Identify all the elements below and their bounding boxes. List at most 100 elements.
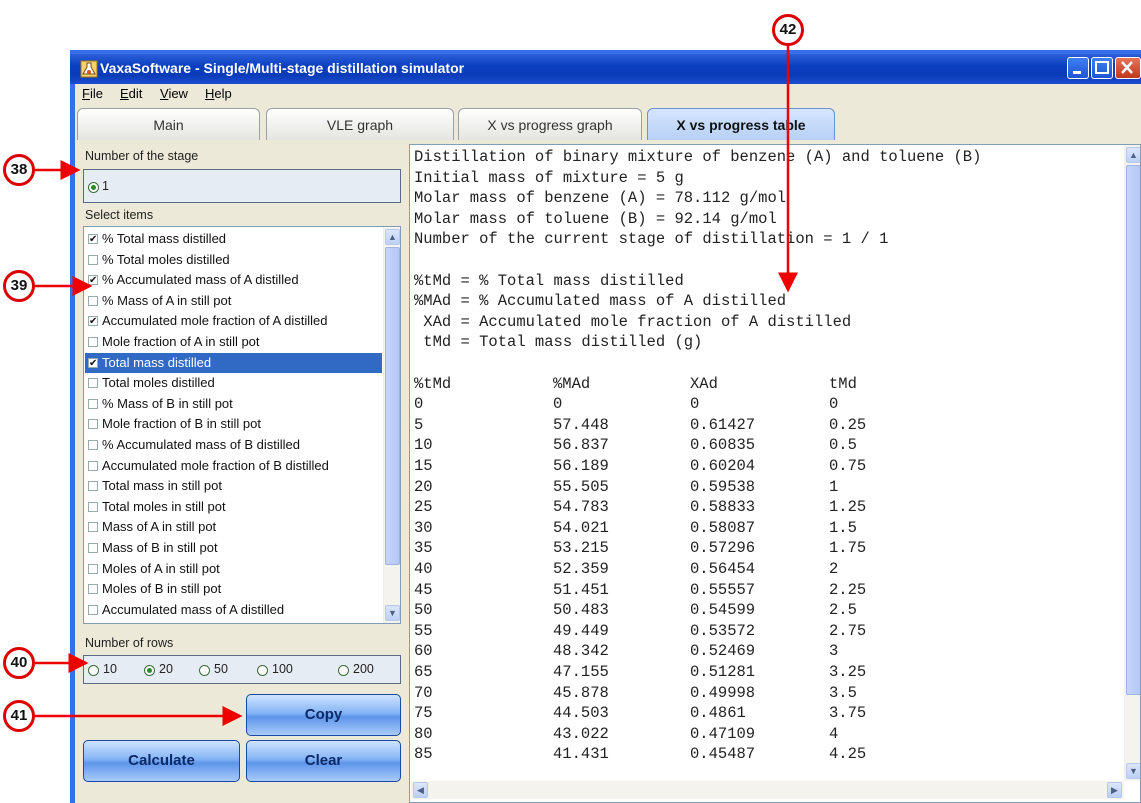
list-item[interactable]: ✔ % Accumulated mass of A distilled	[85, 270, 382, 290]
output-hscrollbar[interactable]: ◀ ▶	[411, 781, 1124, 799]
output-textarea[interactable]: Distillation of binary mixture of benzen…	[409, 144, 1141, 803]
item-checkbox[interactable]	[88, 604, 98, 615]
maximize-icon	[1095, 61, 1109, 74]
table-cell: 10	[414, 436, 433, 455]
table-cell: 5	[414, 415, 424, 434]
item-checkbox[interactable]	[88, 254, 98, 265]
copy-button[interactable]: Copy	[246, 694, 401, 736]
list-item[interactable]: Mole fraction of B in still pot	[85, 414, 382, 434]
output-header-line: Initial mass of mixture = 5 g	[414, 168, 684, 187]
menu-help[interactable]: Help	[205, 86, 232, 101]
table-cell: 30	[414, 518, 433, 537]
menu-view[interactable]: View	[160, 86, 188, 101]
item-checkbox[interactable]: ✔	[88, 234, 98, 245]
item-checkbox[interactable]	[88, 501, 98, 512]
clear-button[interactable]: Clear	[246, 740, 401, 782]
stage-radio[interactable]	[88, 182, 99, 193]
list-item[interactable]: ✔ % Total mass distilled	[85, 229, 382, 249]
table-header-cell: %tMd	[414, 374, 452, 393]
menu-file[interactable]: File	[82, 86, 103, 101]
item-checkbox[interactable]: ✔	[88, 357, 98, 368]
scroll-down-icon[interactable]: ▼	[1126, 763, 1140, 779]
list-item-label: Total mass in still pot	[102, 478, 222, 494]
table-cell: 2.25	[829, 580, 867, 599]
table-cell: 0.4861	[690, 704, 746, 723]
output-scroll-thumb[interactable]	[1126, 165, 1140, 695]
list-item[interactable]: Moles of B in still pot	[85, 579, 382, 599]
table-cell: 3.5	[829, 683, 857, 702]
menu-edit[interactable]: Edit	[120, 86, 142, 101]
list-item[interactable]: Accumulated mass of A distilled	[85, 600, 382, 620]
rows-radio-50[interactable]	[199, 665, 210, 676]
list-item[interactable]: Moles of A in still pot	[85, 559, 382, 579]
list-item[interactable]: ✔ Total mass distilled	[85, 352, 382, 373]
list-item[interactable]: % Mass of A in still pot	[85, 291, 382, 311]
list-scrollbar[interactable]: ▲ ▼	[383, 227, 400, 623]
tab-vle-graph[interactable]: VLE graph	[266, 108, 454, 140]
item-checkbox[interactable]	[88, 440, 98, 450]
item-checkbox[interactable]	[88, 522, 98, 533]
list-item-label: % Total moles distilled	[102, 251, 230, 267]
rows-option-label: 100	[272, 662, 293, 676]
table-cell: 4	[829, 724, 839, 743]
list-item[interactable]: Accumulated mole fraction of B distilled	[85, 456, 382, 476]
table-header-cell: XAd	[690, 374, 718, 393]
table-cell: 2.5	[829, 601, 857, 620]
scroll-up-icon[interactable]: ▲	[1126, 147, 1140, 163]
item-checkbox[interactable]	[88, 543, 98, 553]
tab-main[interactable]: Main	[77, 108, 260, 140]
scroll-down-icon[interactable]: ▼	[385, 605, 400, 621]
item-checkbox[interactable]: ✔	[88, 275, 98, 286]
minimize-icon	[1073, 71, 1081, 74]
rows-radio-10[interactable]	[88, 665, 99, 676]
list-scroll-thumb[interactable]	[385, 247, 400, 565]
item-checkbox[interactable]	[88, 337, 98, 347]
item-checkbox[interactable]	[88, 460, 98, 471]
menu-bar: File Edit View Help	[75, 84, 1141, 104]
minimize-button[interactable]	[1067, 57, 1089, 79]
scroll-left-icon[interactable]: ◀	[413, 782, 428, 798]
tab-x-vs-progress-table[interactable]: X vs progress table	[647, 108, 835, 140]
list-item[interactable]: % Mass of B in still pot	[85, 394, 382, 414]
maximize-button[interactable]	[1091, 57, 1113, 79]
list-item[interactable]: Mass of B in still pot	[85, 538, 382, 558]
table-cell: 0.60204	[690, 457, 756, 475]
list-item[interactable]: Total moles distilled	[85, 373, 382, 393]
list-item[interactable]: ✔ Accumulated mole fraction of A distille…	[85, 311, 382, 331]
close-button[interactable]	[1115, 57, 1141, 79]
rows-radio-20[interactable]	[144, 665, 155, 676]
table-cell: 3.25	[829, 663, 867, 681]
list-item[interactable]: Total mass in still pot	[85, 476, 382, 496]
table-cell: 57.448	[553, 415, 609, 434]
scroll-up-icon[interactable]: ▲	[385, 229, 400, 245]
calculate-button[interactable]: Calculate	[83, 740, 240, 782]
table-cell: 0.55557	[690, 580, 756, 599]
table-cell: 40	[414, 560, 433, 578]
item-checkbox[interactable]	[88, 563, 98, 574]
rows-radio-200[interactable]	[338, 665, 349, 676]
rows-radio-100[interactable]	[257, 665, 268, 676]
item-checkbox[interactable]: ✔	[88, 316, 98, 327]
scroll-right-icon[interactable]: ▶	[1107, 782, 1122, 798]
list-item[interactable]: Mole fraction of A in still pot	[85, 332, 382, 352]
item-checkbox[interactable]	[88, 398, 98, 409]
item-checkbox[interactable]	[88, 295, 98, 306]
item-checkbox[interactable]	[88, 419, 98, 430]
table-cell: 0.60835	[690, 436, 756, 455]
item-checkbox[interactable]	[88, 378, 98, 389]
list-item-label: % Mass of B in still pot	[102, 395, 233, 411]
list-item[interactable]: % Accumulated mass of B distilled	[85, 435, 382, 455]
output-legend-line: XAd = Accumulated mole fraction of A dis…	[414, 312, 852, 331]
item-checkbox[interactable]	[88, 481, 98, 492]
select-items-list[interactable]: ✔ % Total mass distilled % Total moles dis…	[83, 226, 401, 624]
output-scrollbar[interactable]: ▲ ▼	[1124, 145, 1140, 781]
table-cell: 3	[829, 642, 839, 661]
item-checkbox[interactable]	[88, 584, 98, 595]
table-cell: 53.215	[553, 539, 609, 558]
tab-x-vs-progress-graph[interactable]: X vs progress graph	[458, 108, 642, 140]
list-item[interactable]: Total moles in still pot	[85, 497, 382, 517]
table-cell: 48.342	[553, 642, 609, 661]
flask-icon	[80, 60, 98, 78]
list-item[interactable]: % Total moles distilled	[85, 250, 382, 270]
list-item[interactable]: Mass of A in still pot	[85, 517, 382, 537]
